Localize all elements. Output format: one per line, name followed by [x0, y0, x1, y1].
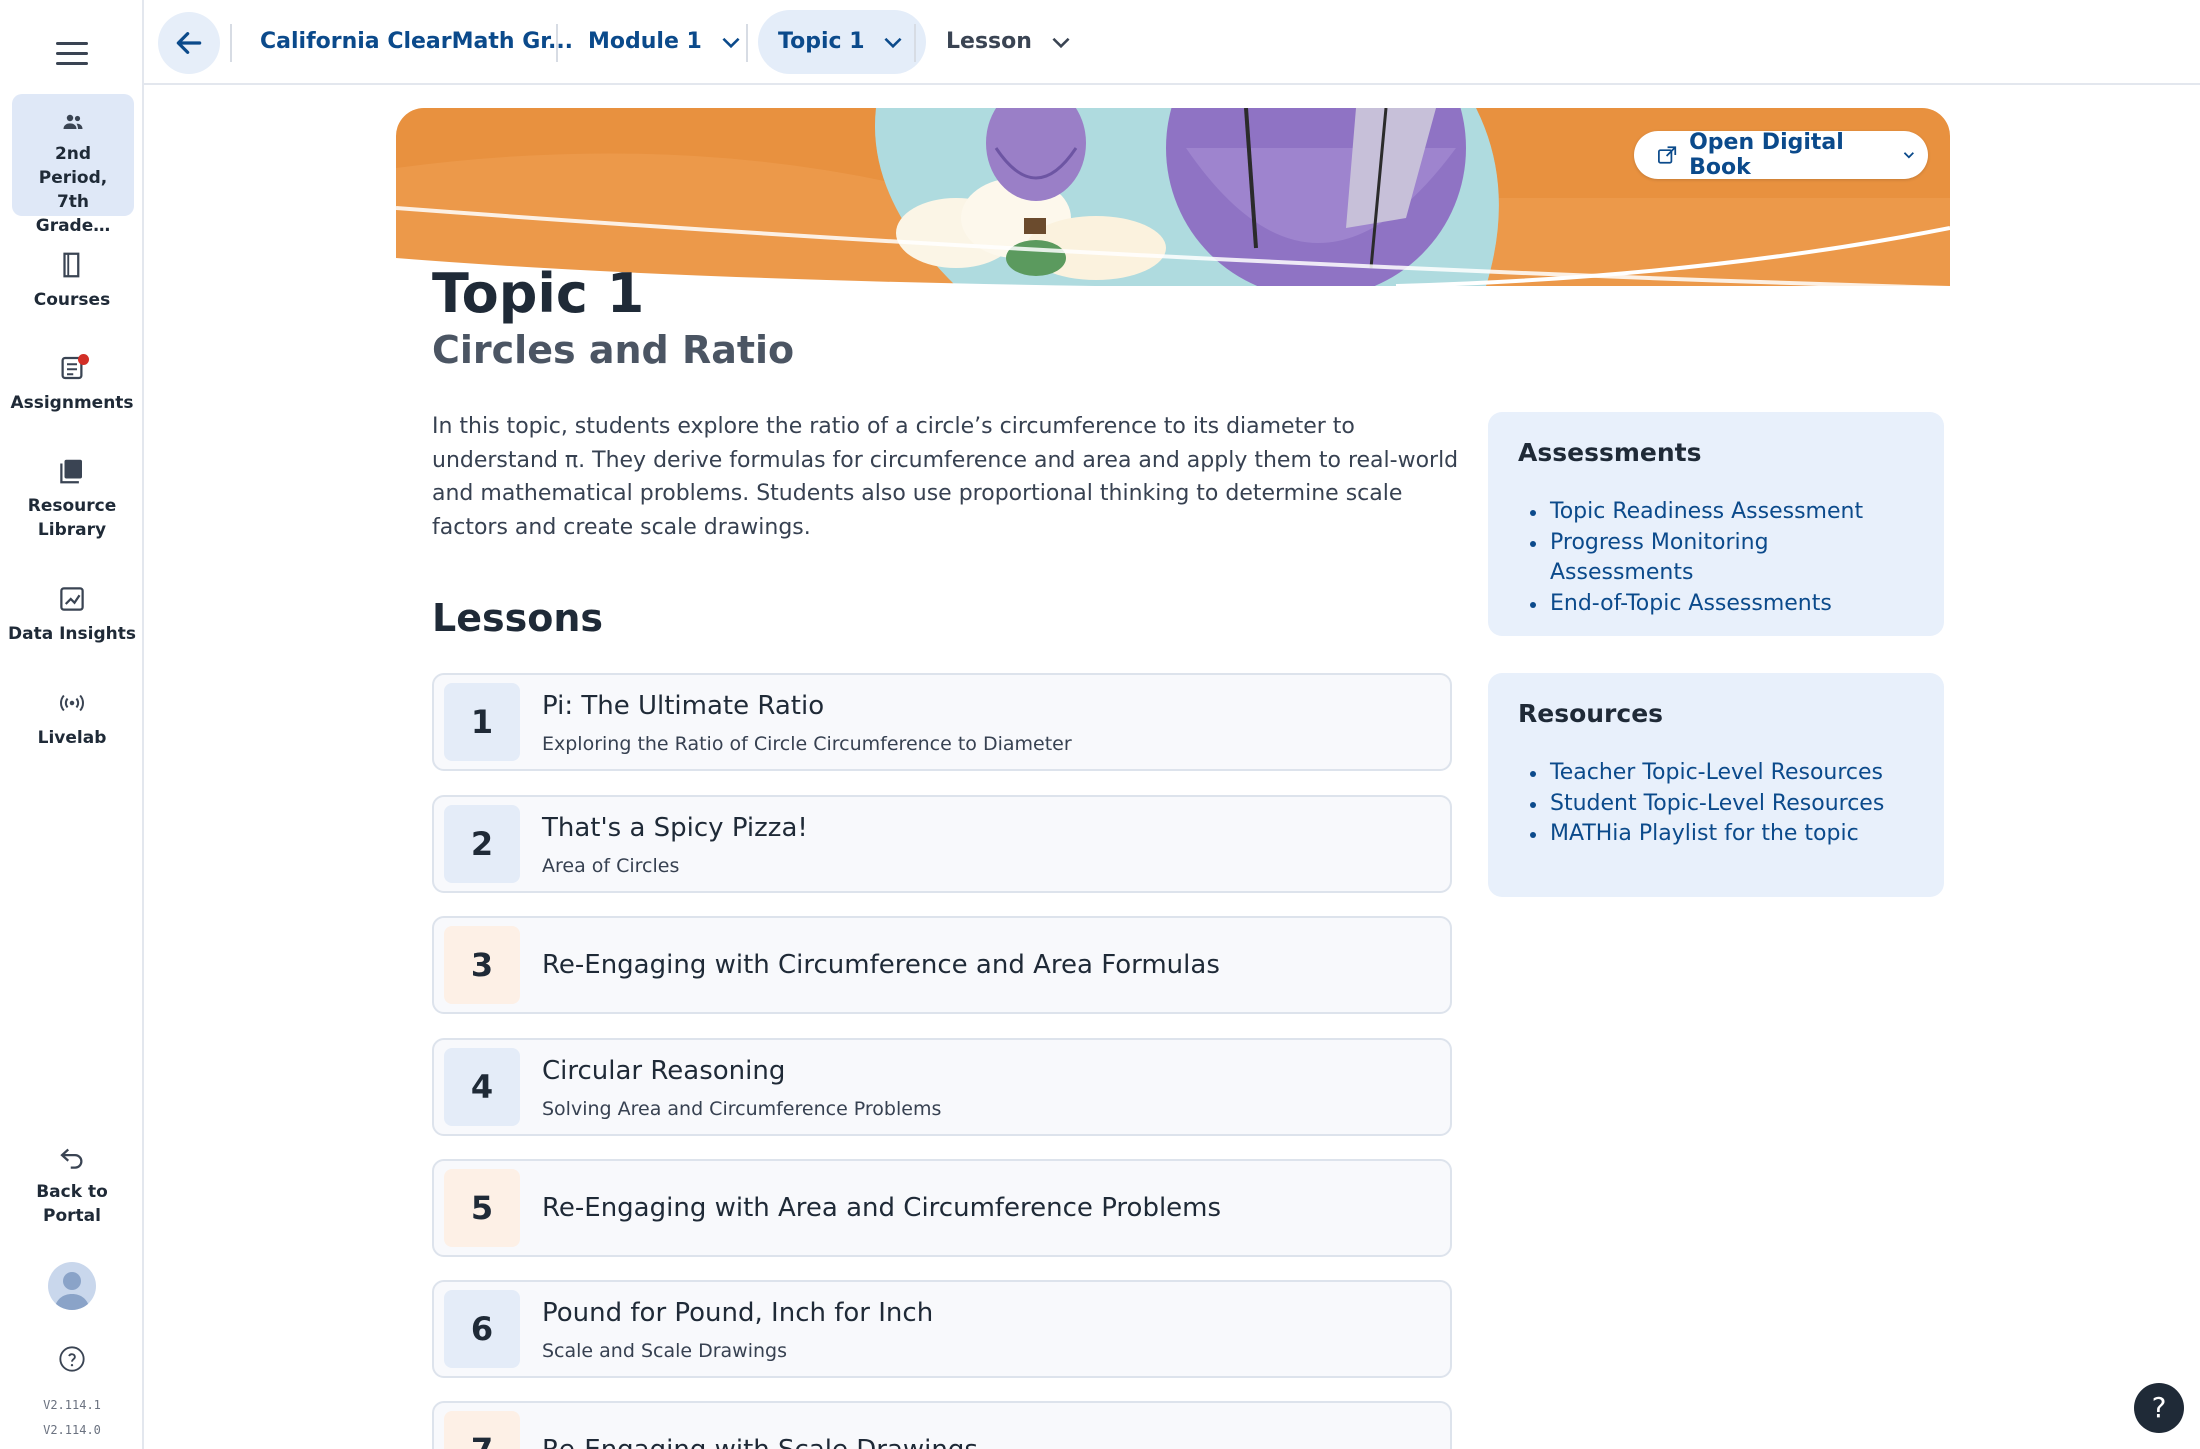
broadcast-icon [60, 694, 84, 712]
sidebar-item-data-insights[interactable]: Data Insights [0, 584, 144, 646]
divider [556, 24, 558, 62]
assessment-link[interactable]: End-of-Topic Assessments [1518, 589, 1914, 620]
sidebar: 2nd Period, 7th Grade… Courses Assignmen… [0, 0, 144, 1449]
menu-icon[interactable] [56, 42, 88, 66]
lesson-number: 4 [444, 1048, 520, 1126]
avatar[interactable] [48, 1262, 96, 1310]
lesson-card[interactable]: 2 That's a Spicy Pizza! Area of Circles [432, 795, 1452, 893]
lesson-subtitle: Exploring the Ratio of Circle Circumfere… [542, 733, 1072, 755]
chevron-down-icon [1904, 152, 1915, 159]
assessments-panel: Assessments Topic Readiness Assessment P… [1488, 412, 1944, 636]
lesson-card[interactable]: 7 Re-Engaging with Scale Drawings [432, 1401, 1452, 1449]
help-circle-icon[interactable] [58, 1345, 86, 1373]
resource-link[interactable]: Teacher Topic-Level Resources [1518, 758, 1914, 789]
sidebar-item-label: Courses [33, 290, 111, 310]
lesson-subtitle: Scale and Scale Drawings [542, 1340, 788, 1362]
page-title: Topic 1 [432, 262, 645, 325]
sidebar-item-assignments[interactable]: Assignments [0, 353, 144, 415]
sidebar-item-courses[interactable]: Courses [0, 250, 144, 312]
sidebar-item-label: Livelab [37, 728, 107, 748]
top-bar: California ClearMath Gr... Module 1 Topi… [144, 0, 2200, 85]
open-digital-book-button[interactable]: Open Digital Book [1634, 130, 1928, 180]
chart-icon [60, 587, 84, 611]
breadcrumb-lesson-dropdown[interactable]: Lesson [946, 10, 1074, 74]
users-icon [63, 114, 83, 129]
divider [746, 24, 748, 62]
book-icon [63, 252, 80, 278]
lesson-title: That's a Spicy Pizza! [542, 813, 808, 843]
lesson-title: Pound for Pound, Inch for Inch [542, 1298, 934, 1328]
arrow-left-icon [176, 32, 202, 54]
divider [914, 24, 916, 62]
sidebar-item-livelab[interactable]: Livelab [0, 688, 144, 750]
chevron-down-icon [1052, 37, 1070, 49]
sidebar-item-label: Assignments [10, 393, 134, 413]
library-icon [60, 459, 82, 484]
module-label: Module 1 [588, 29, 702, 54]
page-subtitle: Circles and Ratio [432, 328, 795, 372]
help-button[interactable]: ? [2134, 1383, 2184, 1433]
lesson-number: 6 [444, 1290, 520, 1368]
assessment-link[interactable]: Progress Monitoring Assessments [1518, 528, 1914, 589]
resource-link[interactable]: MATHia Playlist for the topic [1518, 819, 1914, 850]
lesson-card[interactable]: 1 Pi: The Ultimate Ratio Exploring the R… [432, 673, 1452, 771]
lesson-title: Pi: The Ultimate Ratio [542, 691, 825, 721]
assessments-heading: Assessments [1518, 438, 1702, 467]
sidebar-item-label: Data Insights [8, 624, 136, 644]
resource-link[interactable]: Student Topic-Level Resources [1518, 789, 1914, 820]
breadcrumb-topic-dropdown[interactable]: Topic 1 [758, 10, 927, 74]
version-label: V2.114.1 [43, 1398, 101, 1412]
breadcrumb-course[interactable]: California ClearMath Gr... [260, 10, 573, 74]
back-to-portal-label: Back to Portal [36, 1182, 108, 1226]
lesson-number: 5 [444, 1169, 520, 1247]
resources-list: Teacher Topic-Level Resources Student To… [1518, 758, 1914, 850]
digital-book-label: Open Digital Book [1689, 130, 1844, 180]
user-avatar-icon [54, 1272, 90, 1310]
external-link-icon [1658, 146, 1677, 164]
lesson-title: Re-Engaging with Area and Circumference … [542, 1193, 1222, 1223]
topic-label: Topic 1 [778, 29, 865, 54]
chevron-down-icon [722, 37, 740, 49]
sidebar-item-class[interactable]: 2nd Period, 7th Grade… [12, 94, 134, 236]
breadcrumb-module-dropdown[interactable]: Module 1 [588, 10, 744, 74]
lesson-subtitle: Area of Circles [542, 855, 680, 877]
lessons-heading: Lessons [432, 596, 603, 640]
lesson-card[interactable]: 3 Re-Engaging with Circumference and Are… [432, 916, 1452, 1014]
lesson-title: Circular Reasoning [542, 1056, 786, 1086]
lesson-title: Re-Engaging with Circumference and Area … [542, 950, 1220, 980]
lesson-card[interactable]: 6 Pound for Pound, Inch for Inch Scale a… [432, 1280, 1452, 1378]
lesson-card[interactable]: 4 Circular Reasoning Solving Area and Ci… [432, 1038, 1452, 1136]
lesson-card[interactable]: 5 Re-Engaging with Area and Circumferenc… [432, 1159, 1452, 1257]
chevron-down-icon [884, 37, 902, 49]
resources-panel: Resources Teacher Topic-Level Resources … [1488, 673, 1944, 897]
resources-heading: Resources [1518, 699, 1664, 728]
back-button[interactable] [158, 12, 220, 74]
version-label: V2.114.0 [43, 1423, 101, 1437]
sidebar-item-label: Resource Library [27, 496, 117, 540]
sidebar-item-resource-library[interactable]: Resource Library [0, 456, 144, 542]
lesson-number: 3 [444, 926, 520, 1004]
assessment-link[interactable]: Topic Readiness Assessment [1518, 497, 1914, 528]
lesson-subtitle: Solving Area and Circumference Problems [542, 1098, 942, 1120]
topic-description: In this topic, students explore the rati… [432, 414, 1459, 540]
lesson-number: 1 [444, 683, 520, 761]
notification-dot [78, 354, 89, 365]
lesson-label: Lesson [946, 29, 1032, 54]
lesson-number: 7 [444, 1411, 520, 1449]
lesson-title: Re-Engaging with Scale Drawings [542, 1435, 978, 1449]
lesson-number: 2 [444, 805, 520, 883]
undo-icon [60, 1148, 83, 1169]
class-label: 2nd Period, 7th Grade… [35, 144, 111, 236]
divider [230, 24, 232, 62]
back-to-portal-button[interactable]: Back to Portal [0, 1142, 144, 1228]
assessments-list: Topic Readiness Assessment Progress Moni… [1518, 497, 1914, 619]
